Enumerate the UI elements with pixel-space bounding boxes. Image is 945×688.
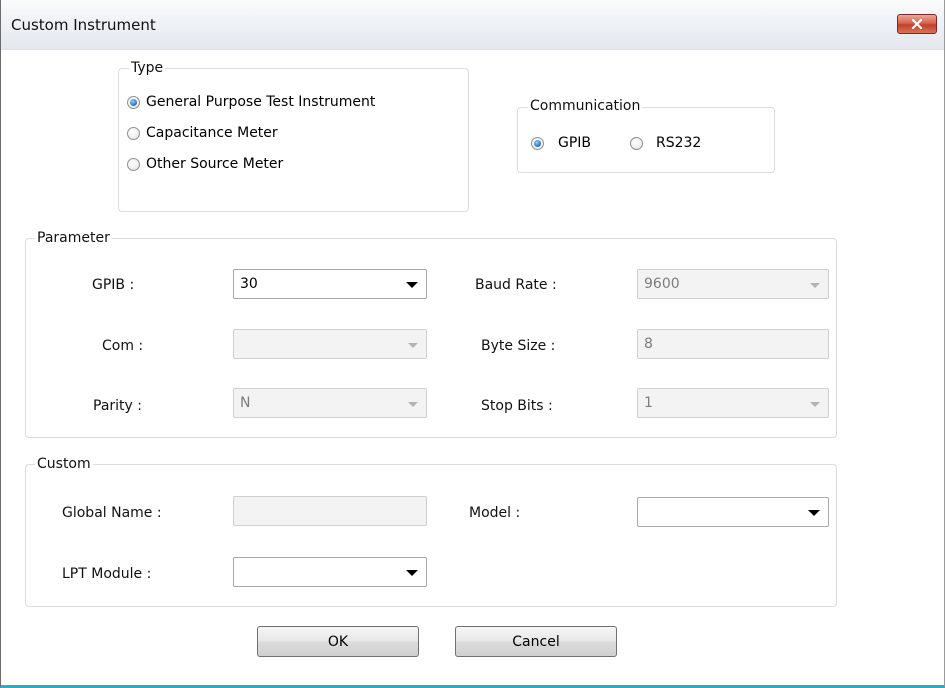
close-button[interactable] (897, 14, 937, 34)
chevron-down-icon (406, 570, 418, 576)
type-group-label: Type (129, 60, 166, 76)
custom-group-label: Custom (35, 456, 93, 472)
stop-bits-select[interactable]: 1 (637, 388, 829, 418)
chevron-down-icon (408, 343, 418, 348)
gpib-address-value: 30 (240, 276, 258, 292)
global-name-field[interactable] (233, 496, 427, 526)
cancel-button[interactable]: Cancel (455, 626, 617, 657)
global-name-label: Global Name : (62, 505, 162, 521)
radio-other-source-meter-label: Other Source Meter (146, 156, 284, 172)
parity-value: N (240, 395, 251, 411)
lpt-module-select[interactable] (233, 557, 427, 587)
radio-capacitance-meter[interactable]: Capacitance Meter (127, 125, 278, 141)
chevron-down-icon (808, 510, 820, 516)
baud-rate-label: Baud Rate : (475, 277, 557, 293)
lpt-module-label: LPT Module : (62, 566, 152, 582)
radio-selected-icon (127, 95, 140, 109)
close-icon (911, 19, 923, 29)
parameter-group-label: Parameter (35, 230, 112, 246)
baud-rate-select[interactable]: 9600 (637, 269, 829, 299)
radio-general-purpose-label: General Purpose Test Instrument (146, 94, 376, 110)
gpib-address-select[interactable]: 30 (233, 269, 427, 299)
ok-button[interactable]: OK (257, 626, 419, 657)
chevron-down-icon (810, 402, 820, 407)
radio-comm-rs232-label: RS232 (656, 135, 702, 151)
chevron-down-icon (406, 282, 418, 288)
radio-unselected-icon (127, 157, 140, 171)
title-bar[interactable]: Custom Instrument (1, 0, 944, 50)
com-port-label: Com : (102, 338, 144, 354)
stop-bits-value: 1 (644, 395, 653, 411)
stop-bits-label: Stop Bits : (481, 398, 553, 414)
radio-other-source-meter[interactable]: Other Source Meter (127, 156, 283, 172)
custom-instrument-dialog: Custom Instrument Type General Purpose T… (0, 0, 945, 688)
radio-unselected-icon (127, 126, 140, 140)
model-label: Model : (469, 505, 521, 521)
byte-size-field[interactable]: 8 (637, 329, 829, 359)
chevron-down-icon (408, 402, 418, 407)
radio-selected-icon (531, 136, 544, 150)
radio-comm-gpib-label: GPIB (558, 135, 592, 151)
parity-select[interactable]: N (233, 388, 427, 418)
custom-group (25, 464, 837, 607)
byte-size-value: 8 (644, 336, 653, 352)
window-title: Custom Instrument (11, 16, 156, 34)
byte-size-label: Byte Size : (481, 338, 556, 354)
radio-unselected-icon (630, 136, 643, 150)
baud-rate-value: 9600 (644, 276, 680, 292)
model-select[interactable] (637, 497, 829, 527)
parity-label: Parity : (93, 398, 142, 414)
chevron-down-icon (810, 283, 820, 288)
communication-group-label: Communication (528, 98, 643, 114)
gpib-address-label: GPIB : (92, 277, 135, 293)
com-port-select[interactable] (233, 329, 427, 359)
radio-comm-rs232[interactable]: RS232 (630, 135, 701, 151)
radio-general-purpose[interactable]: General Purpose Test Instrument (127, 94, 375, 110)
radio-comm-gpib[interactable]: GPIB (531, 135, 591, 151)
radio-capacitance-meter-label: Capacitance Meter (146, 125, 278, 141)
